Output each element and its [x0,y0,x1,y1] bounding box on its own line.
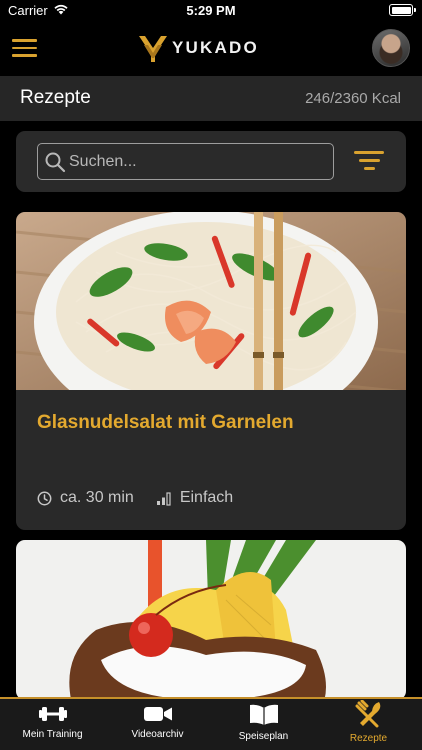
recipe-time: ca. 30 min [37,489,134,507]
recipe-meta: ca. 30 min Einfach [37,489,255,507]
tab-rezepte[interactable]: Rezepte [316,700,421,750]
tab-label: Speiseplan [238,731,289,742]
search-box [37,143,334,180]
fork-knife-icon [355,700,380,728]
tab-videoarchiv[interactable]: Videoarchiv [105,704,210,750]
open-book-icon [249,704,278,725]
status-bar: Carrier 5:29 PM [0,0,422,22]
difficulty-bars-icon [156,491,171,506]
page-title: Rezepte [20,87,91,108]
yukado-logo: YUKADO [138,31,259,65]
user-avatar[interactable] [372,29,410,67]
search-icon [45,152,66,173]
tab-label: Videoarchiv [131,729,184,740]
battery-icon [389,4,416,16]
tab-label: Rezepte [349,733,388,744]
hamburger-menu-icon[interactable] [12,39,38,59]
logo-mark-icon [139,36,167,62]
tab-speiseplan[interactable]: Speiseplan [211,704,316,750]
bottom-tab-bar: Mein Training Videoarchiv Speiseplan Rez… [0,697,422,750]
recipe-difficulty-label: Einfach [179,489,234,506]
search-input[interactable] [69,144,329,179]
clock-icon [37,491,52,505]
recipe-card[interactable]: Glasnudelsalat mit Garnelen ca. 30 min E… [16,212,406,530]
tab-label: Mein Training [22,729,83,740]
tab-mein-training[interactable]: Mein Training [0,704,105,750]
recipe-time-label: ca. 30 min [60,489,134,506]
section-bar: Rezepte 246/2360 Kcal [0,76,422,121]
recipe-difficulty: Einfach [156,489,233,507]
filter-icon[interactable] [354,151,384,171]
search-panel [16,131,406,192]
recipe-photo-coconut-dessert [16,540,406,700]
recipe-photo-noodle-salad [16,212,406,390]
video-camera-icon [143,707,172,721]
kcal-counter: 246/2360 Kcal [305,90,401,107]
clock: 5:29 PM [186,3,236,18]
logo-text: YUKADO [172,38,259,57]
dumbbell-icon [38,707,67,721]
recipe-card[interactable] [16,540,406,700]
recipe-title: Glasnudelsalat mit Garnelen [37,412,294,433]
app-header: YUKADO [0,22,422,76]
